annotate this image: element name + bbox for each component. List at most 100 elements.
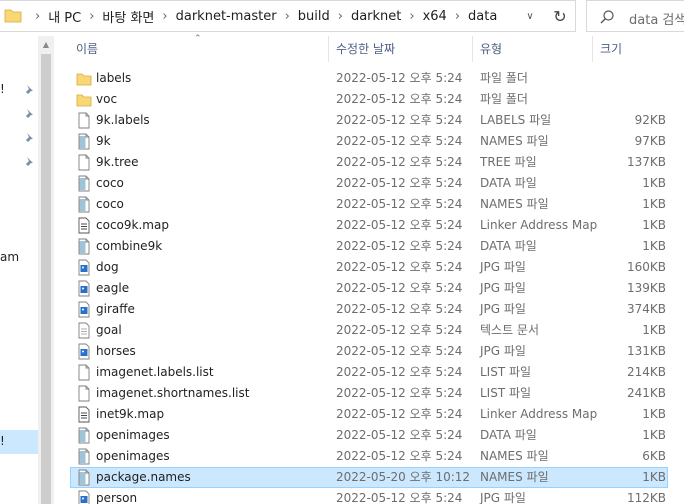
- file-date-modified: 2022-05-12 오후 5:24: [336, 218, 463, 232]
- breadcrumb-separator[interactable]: ›: [402, 9, 421, 24]
- file-name[interactable]: horses: [96, 341, 136, 362]
- file-name[interactable]: 9k.tree: [96, 152, 139, 173]
- search-input[interactable]: data 검색: [629, 9, 684, 28]
- file-date-modified: 2022-05-12 오후 5:24: [336, 407, 463, 421]
- file-name[interactable]: openimages: [96, 425, 170, 446]
- file-name[interactable]: openimages: [96, 446, 170, 467]
- breadcrumb-item-darknet[interactable]: darknet: [350, 9, 402, 24]
- pin-icon[interactable]: [22, 84, 34, 96]
- breadcrumb-separator[interactable]: ›: [155, 9, 174, 24]
- file-date-modified: 2022-05-12 오후 5:24: [336, 344, 463, 358]
- column-header-name[interactable]: 이름: [70, 32, 328, 66]
- scrollbar-thumb[interactable]: [41, 54, 51, 504]
- image-file-icon: [78, 490, 90, 504]
- file-name[interactable]: coco: [96, 173, 124, 194]
- breadcrumb-separator[interactable]: ›: [82, 9, 101, 24]
- file-row[interactable]: goal 2022-05-12 오후 5:24 텍스트 문서 1KB: [54, 320, 684, 341]
- file-name[interactable]: person: [96, 488, 137, 504]
- address-bar[interactable]: › 내 PC › 바탕 화면 › darknet-master › build …: [0, 0, 576, 32]
- file-row[interactable]: package.names 2022-05-20 오후 10:12 NAMES 파일…: [54, 467, 684, 488]
- breadcrumb-separator[interactable]: ›: [448, 9, 467, 24]
- file-size: [574, 89, 666, 110]
- file-row[interactable]: dog 2022-05-12 오후 5:24 JPG 파일 160KB: [54, 257, 684, 278]
- file-name[interactable]: eagle: [96, 278, 129, 299]
- folder-icon: [4, 9, 22, 23]
- column-header-date[interactable]: 수정한 날짜: [330, 32, 472, 66]
- nav-item-selected[interactable]: !: [0, 430, 38, 454]
- scroll-up-arrow-icon[interactable]: ▲: [38, 36, 54, 52]
- file-name[interactable]: goal: [96, 320, 122, 341]
- pin-icon[interactable]: [22, 132, 34, 144]
- file-name[interactable]: coco: [96, 194, 124, 215]
- file-row[interactable]: combine9k 2022-05-12 오후 5:24 DATA 파일 1KB: [54, 236, 684, 257]
- file-row[interactable]: imagenet.shortnames.list 2022-05-12 오후 5:…: [54, 383, 684, 404]
- nav-item-fragment[interactable]: am: [0, 250, 19, 264]
- file-type: JPG 파일: [480, 491, 526, 504]
- file-row[interactable]: inet9k.map 2022-05-12 오후 5:24 Linker Addre…: [54, 404, 684, 425]
- file-row[interactable]: coco 2022-05-12 오후 5:24 DATA 파일 1KB: [54, 173, 684, 194]
- address-dropdown-button[interactable]: ∨: [518, 1, 542, 31]
- file-name[interactable]: imagenet.labels.list: [96, 362, 214, 383]
- file-row[interactable]: labels 2022-05-12 오후 5:24 파일 폴더: [54, 68, 684, 89]
- refresh-icon: ↻: [553, 6, 567, 26]
- file-type: LABELS 파일: [480, 113, 552, 127]
- file-name[interactable]: combine9k: [96, 236, 162, 257]
- file-name[interactable]: 9k.labels: [96, 110, 150, 131]
- breadcrumb-item-darknet-master[interactable]: darknet-master: [175, 9, 278, 24]
- nav-item-fragment[interactable]: !: [0, 82, 5, 96]
- breadcrumb-item-desktop[interactable]: 바탕 화면: [101, 7, 155, 26]
- file-row[interactable]: 9k 2022-05-12 오후 5:24 NAMES 파일 97KB: [54, 131, 684, 152]
- breadcrumb-separator[interactable]: ›: [331, 9, 350, 24]
- breadcrumb-item-my-pc[interactable]: 내 PC: [47, 7, 82, 26]
- file-type: LIST 파일: [480, 386, 532, 400]
- file-name[interactable]: imagenet.shortnames.list: [96, 383, 249, 404]
- file-row[interactable]: imagenet.labels.list 2022-05-12 오후 5:24 LI…: [54, 362, 684, 383]
- file-date-modified: 2022-05-12 오후 5:24: [336, 365, 463, 379]
- file-name[interactable]: package.names: [96, 467, 191, 488]
- breadcrumb-separator[interactable]: ›: [278, 9, 297, 24]
- file-name[interactable]: coco9k.map: [96, 215, 169, 236]
- file-list: ⌃ 이름 수정한 날짜 유형 크기 labels 2022-05-12 오후 5:…: [54, 32, 684, 504]
- column-header-row: ⌃ 이름 수정한 날짜 유형 크기: [54, 32, 684, 66]
- file-row[interactable]: coco9k.map 2022-05-12 오후 5:24 Linker Addre…: [54, 215, 684, 236]
- file-row[interactable]: coco 2022-05-12 오후 5:24 NAMES 파일 1KB: [54, 194, 684, 215]
- column-divider[interactable]: [328, 36, 329, 62]
- file-type: NAMES 파일: [480, 449, 549, 463]
- breadcrumb: › 내 PC › 바탕 화면 › darknet-master › build …: [28, 1, 498, 31]
- file-size: 1KB: [642, 197, 666, 211]
- refresh-button[interactable]: ↻: [546, 1, 574, 31]
- column-divider[interactable]: [472, 36, 473, 62]
- file-row[interactable]: person 2022-05-12 오후 5:24 JPG 파일 112KB: [54, 488, 684, 504]
- breadcrumb-item-data[interactable]: data: [467, 9, 498, 24]
- file-row[interactable]: 9k.tree 2022-05-12 오후 5:24 TREE 파일 137KB: [54, 152, 684, 173]
- file-row[interactable]: openimages 2022-05-12 오후 5:24 NAMES 파일 6KB: [54, 446, 684, 467]
- nav-scrollbar[interactable]: ▲: [38, 36, 54, 504]
- pin-icon[interactable]: [22, 108, 34, 120]
- file-row[interactable]: eagle 2022-05-12 오후 5:24 JPG 파일 139KB: [54, 278, 684, 299]
- column-divider[interactable]: [592, 36, 593, 62]
- breadcrumb-item-build[interactable]: build: [297, 9, 331, 24]
- file-name[interactable]: 9k: [96, 131, 111, 152]
- file-row[interactable]: voc 2022-05-12 오후 5:24 파일 폴더: [54, 89, 684, 110]
- search-box[interactable]: data 검색: [586, 0, 684, 32]
- column-header-type[interactable]: 유형: [474, 32, 592, 66]
- file-row[interactable]: openimages 2022-05-12 오후 5:24 DATA 파일 1KB: [54, 425, 684, 446]
- file-row[interactable]: giraffe 2022-05-12 오후 5:24 JPG 파일 374KB: [54, 299, 684, 320]
- file-type: TREE 파일: [480, 155, 537, 169]
- breadcrumb-item-x64[interactable]: x64: [422, 9, 448, 24]
- file-type: 파일 폴더: [480, 92, 528, 106]
- names-file-icon: [78, 196, 90, 213]
- file-name[interactable]: voc: [96, 89, 117, 110]
- text-file-icon: [78, 322, 90, 339]
- file-date-modified: 2022-05-12 오후 5:24: [336, 113, 463, 127]
- pin-icon[interactable]: [22, 156, 34, 168]
- file-date-modified: 2022-05-12 오후 5:24: [336, 302, 463, 316]
- file-row[interactable]: horses 2022-05-12 오후 5:24 JPG 파일 131KB: [54, 341, 684, 362]
- file-name[interactable]: dog: [96, 257, 119, 278]
- column-header-size[interactable]: 크기: [594, 32, 684, 66]
- file-date-modified: 2022-05-12 오후 5:24: [336, 281, 463, 295]
- file-name[interactable]: inet9k.map: [96, 404, 164, 425]
- file-name[interactable]: giraffe: [96, 299, 135, 320]
- file-row[interactable]: 9k.labels 2022-05-12 오후 5:24 LABELS 파일 92KB: [54, 110, 684, 131]
- file-name[interactable]: labels: [96, 68, 131, 89]
